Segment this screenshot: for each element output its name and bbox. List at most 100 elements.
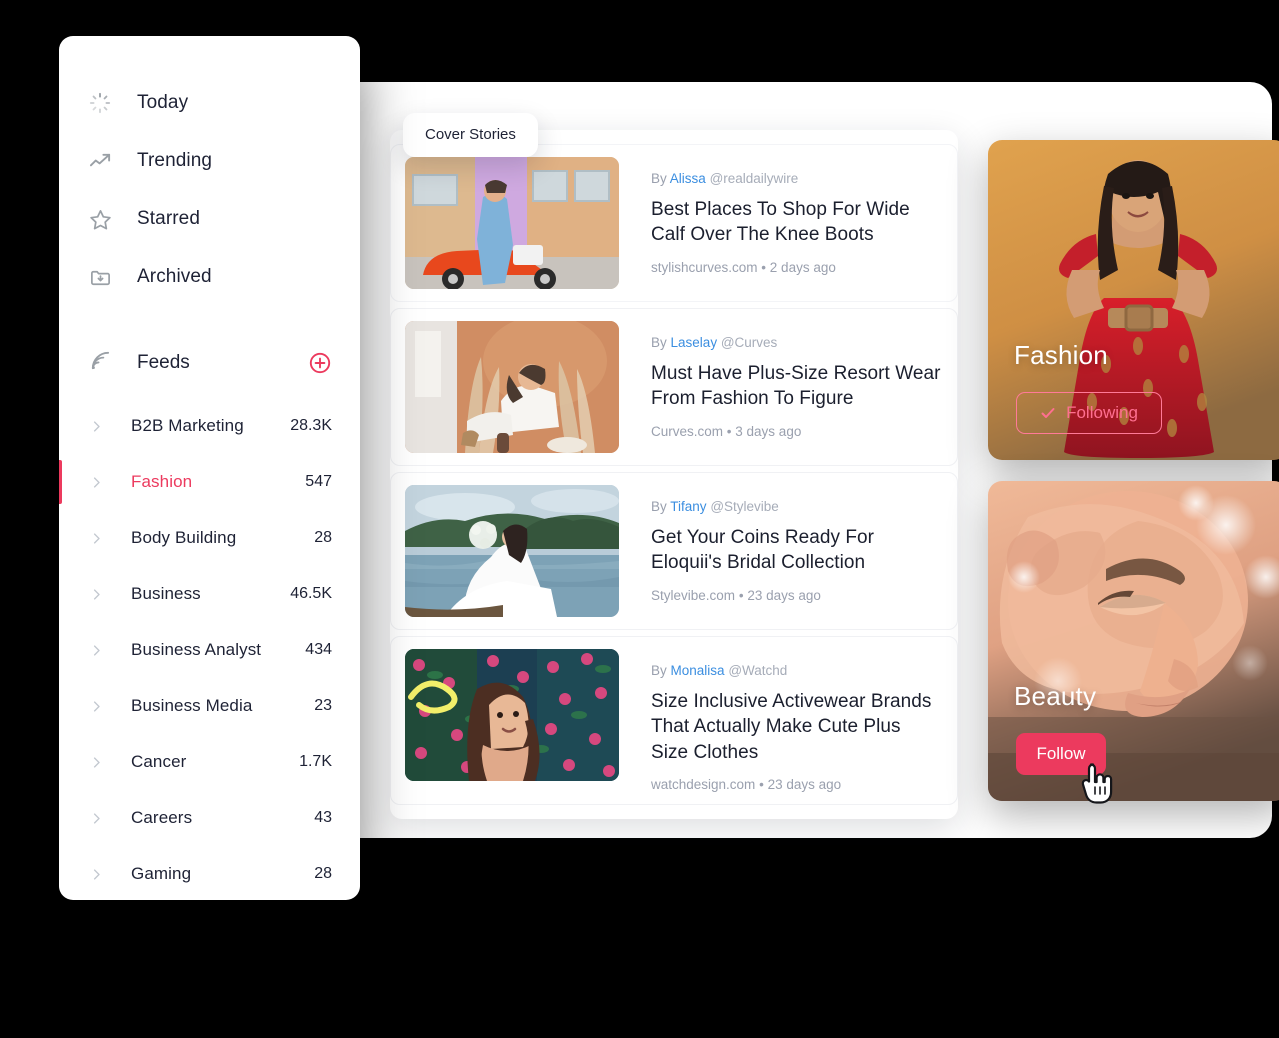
article-source: watchdesign.com: [651, 776, 756, 792]
feed-item-count: 28: [314, 865, 332, 882]
article-title[interactable]: Best Places To Shop For Wide Calf Over T…: [651, 197, 943, 248]
feed-item-cancer[interactable]: Cancer 1.7K: [59, 734, 360, 790]
article-card[interactable]: By Alissa @realdailywire Best Places To …: [390, 144, 958, 302]
article-card[interactable]: By Monalisa @Watchd Size Inclusive Activ…: [390, 636, 958, 805]
chevron-right-icon[interactable]: [89, 530, 105, 546]
meta-separator: •: [759, 776, 764, 792]
following-button-label: Following: [1066, 403, 1138, 422]
article-list-panel: By Alissa @realdailywire Best Places To …: [390, 130, 958, 819]
follow-button[interactable]: Follow: [1016, 733, 1106, 775]
article-handle[interactable]: @Watchd: [728, 663, 787, 678]
meta-separator: •: [738, 587, 744, 603]
sidebar-item-trending[interactable]: Trending: [59, 132, 360, 190]
sidebar-item-label: Today: [137, 92, 189, 113]
feed-item-gaming[interactable]: Gaming 28: [59, 846, 360, 900]
article-handle[interactable]: @Curves: [721, 335, 777, 350]
chevron-right-icon[interactable]: [89, 586, 105, 602]
article-age: 23 days ago: [747, 587, 821, 603]
article-author[interactable]: Tifany: [670, 499, 706, 514]
meta-separator: •: [761, 259, 767, 275]
article-source: stylishcurves.com: [651, 259, 758, 275]
article-byline: By Alissa @realdailywire: [651, 171, 943, 186]
feed-list: B2B Marketing 28.3K Fashion 547 Body Bui…: [59, 392, 360, 900]
feed-item-body-building[interactable]: Body Building 28: [59, 510, 360, 566]
article-source: Stylevibe.com: [651, 587, 736, 603]
chevron-right-icon[interactable]: [89, 698, 105, 714]
feeds-section-header: Feeds: [59, 334, 360, 392]
article-title[interactable]: Size Inclusive Activewear Brands That Ac…: [651, 689, 943, 765]
feed-item-count: 547: [305, 473, 332, 490]
plus-circle-icon[interactable]: [308, 351, 332, 375]
article-card[interactable]: By Laselay @Curves Must Have Plus-Size R…: [390, 308, 958, 466]
sidebar-item-label: Starred: [137, 208, 201, 229]
rss-icon: [89, 349, 119, 377]
feed-item-label: Business Media: [131, 696, 253, 715]
article-handle[interactable]: @realdailywire: [710, 171, 799, 186]
article-body: By Alissa @realdailywire Best Places To …: [619, 157, 943, 275]
chevron-right-icon[interactable]: [89, 642, 105, 658]
article-handle[interactable]: @Stylevibe: [710, 499, 778, 514]
article-meta: Curves.com • 3 days ago: [651, 424, 943, 439]
feed-item-business-media[interactable]: Business Media 23: [59, 678, 360, 734]
feed-item-label: Gaming: [131, 864, 192, 883]
topic-card-beauty[interactable]: Beauty Follow: [988, 481, 1279, 801]
feed-item-fashion[interactable]: Fashion 547: [59, 454, 360, 510]
article-author[interactable]: Monalisa: [671, 663, 725, 678]
feed-item-careers[interactable]: Careers 43: [59, 790, 360, 846]
sidebar-item-archived[interactable]: Archived: [59, 248, 360, 306]
app-canvas: By Alissa @realdailywire Best Places To …: [0, 0, 1279, 1038]
feed-item-count: 1.7K: [299, 753, 332, 770]
chevron-right-icon[interactable]: [89, 754, 105, 770]
chevron-right-icon[interactable]: [89, 810, 105, 826]
byline-prefix: By: [651, 171, 667, 186]
feed-item-count: 46.5K: [290, 585, 332, 602]
feed-item-count: 43: [314, 809, 332, 826]
feeds-section-label: Feeds: [137, 352, 190, 373]
feed-item-label: Cancer: [131, 752, 187, 771]
article-byline: By Monalisa @Watchd: [651, 663, 943, 678]
following-button[interactable]: Following: [1016, 392, 1162, 434]
article-author[interactable]: Laselay: [671, 335, 718, 350]
archive-folder-icon: [89, 263, 119, 291]
article-meta: watchdesign.com • 23 days ago: [651, 777, 943, 792]
article-title[interactable]: Get Your Coins Ready For Eloquii's Brida…: [651, 525, 943, 576]
article-byline: By Laselay @Curves: [651, 335, 943, 350]
article-card[interactable]: By Tifany @Stylevibe Get Your Coins Read…: [390, 472, 958, 630]
chevron-right-icon[interactable]: [89, 418, 105, 434]
feed-item-count: 23: [314, 697, 332, 714]
article-body: By Monalisa @Watchd Size Inclusive Activ…: [619, 649, 943, 792]
feed-item-label: Business Analyst: [131, 640, 262, 659]
topic-card-fashion[interactable]: Fashion Following: [988, 140, 1279, 460]
article-thumbnail: [405, 485, 619, 617]
chevron-right-icon[interactable]: [89, 474, 105, 490]
cover-stories-badge[interactable]: Cover Stories: [403, 113, 538, 157]
chevron-right-icon[interactable]: [89, 866, 105, 882]
sidebar-item-today[interactable]: Today: [59, 74, 360, 132]
article-thumbnail: [405, 649, 619, 781]
article-meta: stylishcurves.com • 2 days ago: [651, 260, 943, 275]
feed-item-label: Fashion: [131, 472, 193, 491]
article-title[interactable]: Must Have Plus-Size Resort Wear From Fas…: [651, 361, 943, 412]
feed-item-business[interactable]: Business 46.5K: [59, 566, 360, 622]
article-age: 23 days ago: [767, 776, 842, 792]
article-author[interactable]: Alissa: [670, 171, 706, 186]
byline-prefix: By: [651, 499, 667, 514]
article-age: 2 days ago: [769, 259, 836, 275]
byline-prefix: By: [651, 335, 667, 350]
follow-button-label: Follow: [1036, 744, 1086, 763]
today-spinner-icon: [89, 89, 119, 117]
byline-prefix: By: [651, 663, 667, 678]
feed-item-label: B2B Marketing: [131, 416, 244, 435]
trending-up-icon: [89, 147, 119, 175]
feed-item-b2b-marketing[interactable]: B2B Marketing 28.3K: [59, 398, 360, 454]
topic-label: Fashion: [1014, 340, 1108, 370]
check-icon: [1041, 408, 1055, 418]
article-thumbnail: [405, 321, 619, 453]
primary-nav: Today Trending Starred Archived: [59, 36, 360, 306]
feed-item-business-analyst[interactable]: Business Analyst 434: [59, 622, 360, 678]
feed-item-label: Body Building: [131, 528, 237, 547]
sidebar-panel: Today Trending Starred Archived Feeds B2…: [59, 36, 360, 900]
feed-item-count: 28.3K: [290, 417, 332, 434]
sidebar-item-label: Archived: [137, 266, 212, 287]
sidebar-item-starred[interactable]: Starred: [59, 190, 360, 248]
